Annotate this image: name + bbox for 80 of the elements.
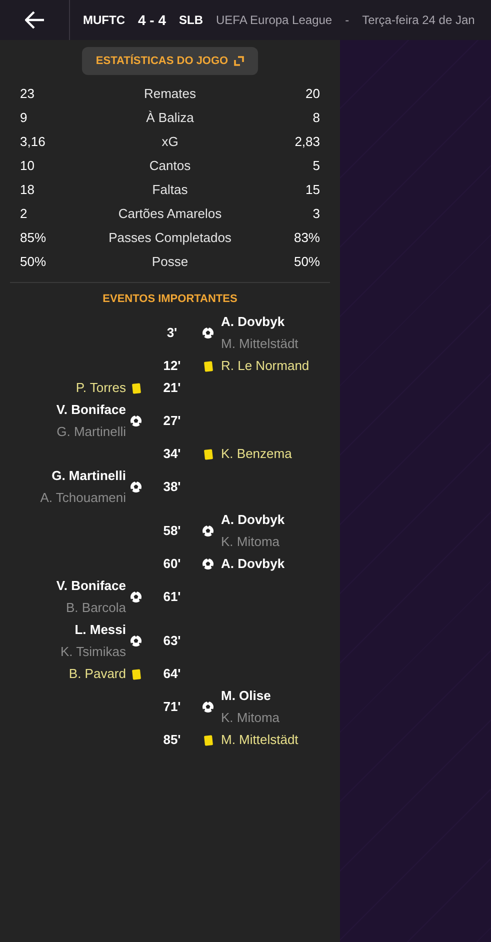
assist-name: K. Mitoma [221,533,281,551]
player-name: K. Benzema [221,445,293,463]
stat-label: Remates [142,84,198,103]
stat-value: 85% [20,228,48,247]
stat-value: 83% [292,228,320,247]
stat-label: À Baliza [145,108,195,127]
stat-value: 50% [20,252,48,271]
booking-card-icon [204,734,212,746]
assist-name: M. Mittelstädt [221,335,300,353]
stat-label: Cartões Amarelos [117,204,223,223]
assist-name: G. Martinelli [56,423,126,441]
player-name: R. Le Normand [221,357,310,375]
player-name: G. Martinelli [50,467,126,485]
event-minute: 61' [162,588,182,606]
ball-icon [202,701,214,713]
event-minute: 71' [162,698,182,716]
player-name: M. Olise [221,687,272,705]
score: 4 - 4 [138,10,166,30]
player-name: M. Mittelstädt [221,731,300,749]
ball-icon [130,481,142,493]
assist-name: B. Barcola [65,599,126,617]
assist-name: K. Mitoma [221,709,281,727]
match-stats-button[interactable]: ESTATÍSTICAS DO JOGO [82,46,258,75]
player-name: B. Pavard [68,665,126,683]
ball-icon [202,525,214,537]
player-name: A. Dovbyk [221,313,286,331]
assist-name: K. Tsimikas [60,643,126,661]
back-arrow-icon [24,11,44,29]
ball-icon [202,327,214,339]
player-name: A. Dovbyk [221,511,286,529]
player-name: A. Dovbyk [221,555,286,573]
stat-value: 20 [304,84,320,103]
separator: - [345,12,350,29]
stat-value: 2 [20,204,28,223]
player-name: V. Boniface [55,401,126,419]
ball-icon [130,415,142,427]
event-minute: 38' [162,478,182,496]
stat-value: 2,83 [294,132,320,151]
match-date: Terça-feira 24 de Jan [362,12,475,29]
event-minute: 60' [162,555,182,574]
stat-label: Passes Completados [108,228,232,247]
stat-value: 15 [304,180,320,199]
booking-card-icon [132,382,140,394]
player-name: L. Messi [74,621,126,639]
expand-icon [234,56,244,66]
stat-value: 5 [312,156,320,175]
team-name: SLB [179,12,204,29]
event-minute: 34' [162,445,182,464]
booking-card-icon [204,360,212,372]
event-minute: 85' [162,731,182,750]
ball-icon [130,591,142,603]
event-minute: 58' [162,522,182,540]
team-name: MUFTC [83,12,125,29]
stat-label: Faltas [151,180,189,199]
stat-value: 8 [312,108,320,127]
assist-name: A. Tchouameni [39,489,126,507]
event-minute: 64' [162,665,182,684]
event-minute: 27' [162,412,182,430]
stat-label: Cantos [148,156,192,175]
player-name: V. Boniface [55,577,126,595]
stat-label: xG [160,132,180,151]
stat-value: 18 [20,180,36,199]
competition-name: UEFA Europa League [216,12,332,29]
stat-value: 9 [20,108,28,127]
event-minute: 63' [162,632,182,650]
booking-card-icon [204,448,212,460]
section-title: EVENTOS IMPORTANTES [102,292,238,306]
event-minute: 12' [162,357,182,376]
stat-value: 23 [20,84,36,103]
stat-value: 10 [20,156,36,175]
booking-card-icon [132,668,140,680]
event-minute: 21' [162,379,182,398]
ball-icon [130,635,142,647]
player-name: P. Torres [74,379,126,397]
stat-value: 3,16 [20,132,46,151]
event-minute: 3' [166,324,178,342]
stat-label: Posse [150,252,190,271]
stat-value: 3 [312,204,320,223]
stat-value: 50% [292,252,320,271]
ball-icon [202,558,214,570]
